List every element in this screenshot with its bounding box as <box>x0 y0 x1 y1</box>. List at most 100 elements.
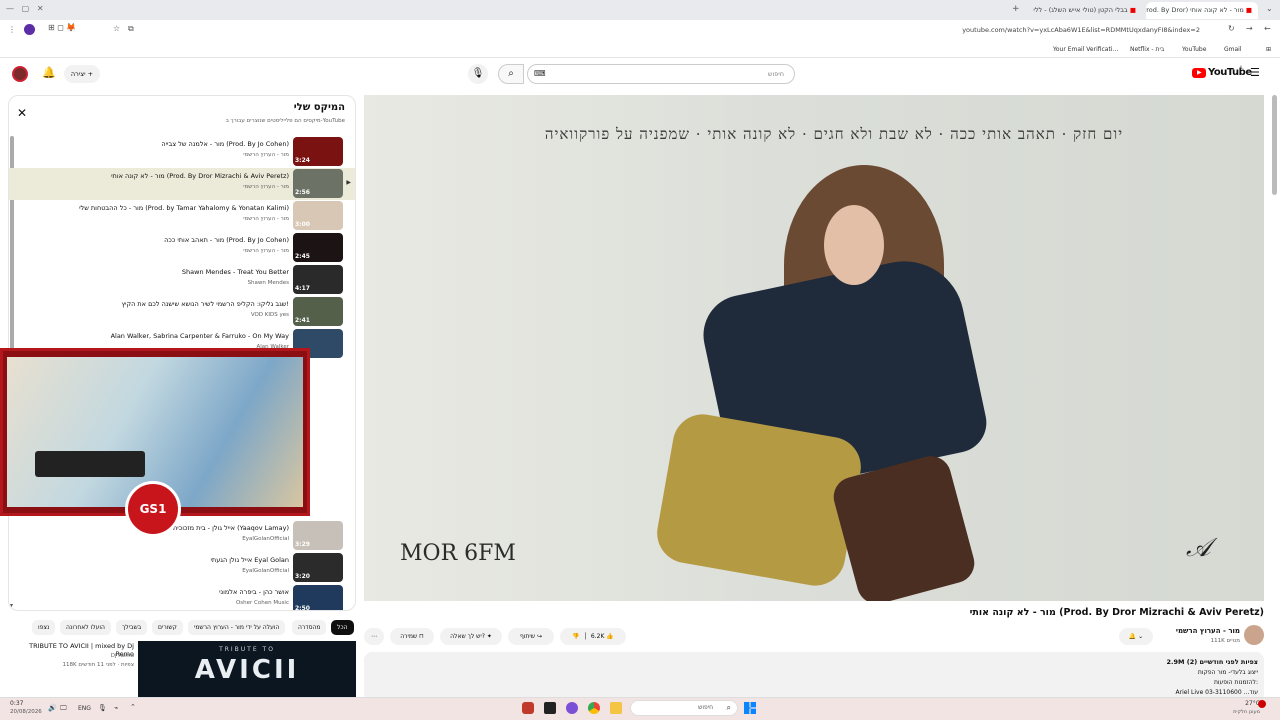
channel-avatar[interactable] <box>1244 625 1264 645</box>
playlist-item-thumbnail[interactable]: 3:00 <box>293 201 343 230</box>
tab-song[interactable]: ■ בבלי הקטן (טולי אייש השלג) - ללי <box>1030 2 1142 19</box>
playlist-item-thumbnail[interactable]: 2:45 <box>293 233 343 262</box>
save-button[interactable]: שמירה ⊓ <box>390 628 434 645</box>
tray-chevron-icon[interactable]: ⌃ <box>130 703 136 711</box>
hamburger-menu-icon[interactable]: ☰ <box>1250 66 1260 79</box>
network-icon[interactable]: ⌁ <box>114 704 118 712</box>
voice-search-icon[interactable]: 🎙 <box>468 64 488 84</box>
playlist-item-title[interactable]: מור - כל ההבטחות שלי (Prod. by Tamar Yah… <box>39 204 289 212</box>
playlist-item-title[interactable]: מור - תאהב אותי ככה (Prod. By Jo Cohen) <box>39 236 289 244</box>
subscribed-bell-button[interactable]: 🔔 ⌄ <box>1119 628 1153 645</box>
display-icon[interactable]: 🖵 <box>60 704 67 713</box>
forward-icon[interactable]: → <box>1246 24 1253 33</box>
rec-video-thumbnail[interactable]: TRIBUTE TO AVICII <box>138 641 356 697</box>
like-icon[interactable]: 👍 <box>606 633 613 640</box>
url-field[interactable]: youtube.com/watch?v=yxLcAba6W1E&list=RDM… <box>900 26 1200 34</box>
clock-time[interactable]: 0:37 <box>10 700 23 707</box>
ask-ai-button[interactable]: יש לך שאלה? ✦ <box>440 628 502 645</box>
playlist-item-title[interactable]: מור - אלמנה של צבייה (Prod. By Jo Cohen) <box>39 140 289 148</box>
filter-chip[interactable]: מהסדרה <box>292 620 327 635</box>
extensions-icon[interactable]: ⊞ ◻ 🦊 <box>48 23 76 32</box>
mic-icon[interactable]: 🎙 <box>98 704 107 712</box>
youtube-logo-icon[interactable]: ▶ <box>1192 68 1206 78</box>
filter-chip[interactable]: הועלו לאחרונה <box>60 620 111 635</box>
playlist-item[interactable]: 2:45 מור - תאהב אותי ככה (Prod. By Jo Coh… <box>9 232 355 264</box>
bookmark-gmail[interactable]: Gmail <box>1224 46 1242 53</box>
playlist-item-thumbnail[interactable]: 2:56 <box>293 169 343 198</box>
notifications-bell-icon[interactable]: 🔔 <box>42 66 56 79</box>
playlist-item[interactable]: 2:56 מור - לא קונה אותי (Prod. By Dror Mi… <box>9 168 355 200</box>
playlist-item[interactable]: 3:20 אייל גולן הגעתי Eyal Golan EyalGolanO… <box>9 552 355 584</box>
search-input[interactable]: חיפוש ⌨ <box>527 64 795 84</box>
playlist-item-thumbnail[interactable]: 2:41 <box>293 297 343 326</box>
playlist-item[interactable]: 4:17 Shawn Mendes - Treat You Better Shawn… <box>9 264 355 296</box>
share-button[interactable]: שיתוף ↪ <box>508 628 554 645</box>
new-tab-button[interactable]: + <box>1012 4 1020 14</box>
tab-search-icon[interactable]: ⌄ <box>1266 4 1273 13</box>
like-dislike-group[interactable]: 👎 │ 6.2K 👍 <box>560 628 626 645</box>
filter-chip[interactable]: הועלה על ידי מור - הערוץ הרשמי <box>188 620 286 635</box>
profile-avatar[interactable] <box>24 24 35 35</box>
video-player[interactable]: יום חזק · תאהב אותי ככה · לא שבת ולא חגי… <box>364 95 1264 601</box>
playlist-item-title[interactable]: אייל גולן הגעתי Eyal Golan <box>39 556 289 564</box>
dislike-icon[interactable]: 👎 <box>572 633 579 640</box>
playlist-item-title[interactable]: שגב גליקו: הקליפ הרשמי לשיר הנושא שישנה … <box>39 300 290 308</box>
weather-temp[interactable]: 27°C <box>1210 700 1260 707</box>
search-button[interactable]: ⌕ <box>498 64 524 84</box>
playlist-item-thumbnail[interactable]: 4:17 <box>293 265 343 294</box>
file-explorer-icon[interactable] <box>610 702 622 714</box>
menu-dots-icon[interactable]: ⋮ <box>8 25 16 34</box>
playlist-item[interactable]: 3:00 מור - כל ההבטחות שלי (Prod. by Tamar… <box>9 200 355 232</box>
taskbar-search-input[interactable]: חיפוש ⌕ <box>630 700 738 716</box>
volume-icon[interactable]: 🔊 <box>48 704 57 712</box>
language-indicator[interactable]: ENG <box>78 705 91 712</box>
rec-video-channel[interactable]: Dj Remo <box>10 653 134 659</box>
playlist-item[interactable]: 3:29 אייל גולן - בית מזכוכית (Yaaqov Lama… <box>9 520 355 552</box>
more-actions-button[interactable]: ⋯ <box>364 628 384 645</box>
playlist-item-title[interactable]: אושר כהן - ביפרה אלמוני <box>39 588 289 596</box>
song-list-strip: יום חזק · תאהב אותי ככה · לא שבת ולא חגי… <box>544 125 1124 143</box>
playlist-item-thumbnail[interactable]: 2:50 <box>293 585 343 610</box>
playlist-item[interactable]: 2:41 שגב גליקו: הקליפ הרשמי לשיר הנושא שי… <box>9 296 355 328</box>
windows-start-icon[interactable] <box>744 702 756 714</box>
description-box[interactable]: 2.9M צפיות לפני חודשיים (2) ייצוג בלעדי-… <box>364 652 1264 702</box>
playlist-item-thumbnail[interactable]: 3:20 <box>293 553 343 582</box>
cast-icon[interactable]: ⧉ <box>128 24 134 34</box>
window-controls[interactable]: — ▢ ✕ <box>6 4 66 13</box>
channel-name[interactable]: מור - הערוץ הרשמי <box>1140 627 1240 635</box>
playlist-item-title[interactable]: מור - לא קונה אותי (Prod. By Dror Mizrac… <box>39 172 289 180</box>
back-icon[interactable]: ← <box>1264 24 1271 33</box>
close-icon[interactable]: ✕ <box>17 106 27 120</box>
keyboard-icon[interactable]: ⌨ <box>534 69 546 78</box>
bookmark-netflix[interactable]: Netflix - בית <box>1130 46 1164 53</box>
taskbar-app-icon[interactable] <box>544 702 556 714</box>
clock-date[interactable]: 20/08/2026 <box>10 709 42 715</box>
all-bookmarks-icon[interactable]: ⊞ <box>1266 46 1271 53</box>
playlist-item[interactable]: 2:50 אושר כהן - ביפרה אלמוני Osher Cohen M… <box>9 584 355 610</box>
playlist-item-thumbnail[interactable]: 3:24 <box>293 137 343 166</box>
playlist-item-title[interactable]: Shawn Mendes - Treat You Better <box>39 268 289 276</box>
filter-chip[interactable]: קשורים <box>152 620 183 635</box>
playlist-item[interactable]: 3:24 מור - אלמנה של צבייה (Prod. By Jo Co… <box>9 136 355 168</box>
bookmark-star-icon[interactable]: ☆ <box>113 24 120 33</box>
filter-chip[interactable]: הכל <box>331 620 354 635</box>
chrome-icon[interactable] <box>588 702 600 714</box>
reload-icon[interactable]: ↻ <box>1228 24 1235 33</box>
bookmark-email[interactable]: Your Email Verificati... <box>1053 46 1118 53</box>
filter-chip[interactable]: נצפו <box>32 620 56 635</box>
tab-current-video[interactable]: ■ מור - לא קונה אותי (Prod. By Dror <box>1146 2 1258 19</box>
playlist-item-title[interactable]: Alan Walker, Sabrina Carpenter & Farruko… <box>39 332 289 340</box>
watermark-text: MOR 6FM <box>400 541 516 566</box>
filter-chip[interactable]: בשבילך <box>116 620 148 635</box>
bookmark-youtube[interactable]: YouTube <box>1182 46 1206 53</box>
webcam-overlay: GS1 <box>0 348 310 537</box>
create-button[interactable]: יצירה + <box>64 65 100 83</box>
account-avatar[interactable] <box>12 66 28 82</box>
taskbar-app-icon[interactable] <box>566 702 578 714</box>
taskbar-app-icon[interactable] <box>522 702 534 714</box>
playlist-title: המיקס שלי <box>293 102 345 113</box>
page-scrollbar[interactable] <box>1272 95 1277 195</box>
playlist-item-thumbnail[interactable]: 3:29 <box>293 521 343 550</box>
scroll-down-arrow-icon[interactable]: ▾ <box>10 602 13 609</box>
like-count[interactable]: 6.2K <box>591 633 604 640</box>
